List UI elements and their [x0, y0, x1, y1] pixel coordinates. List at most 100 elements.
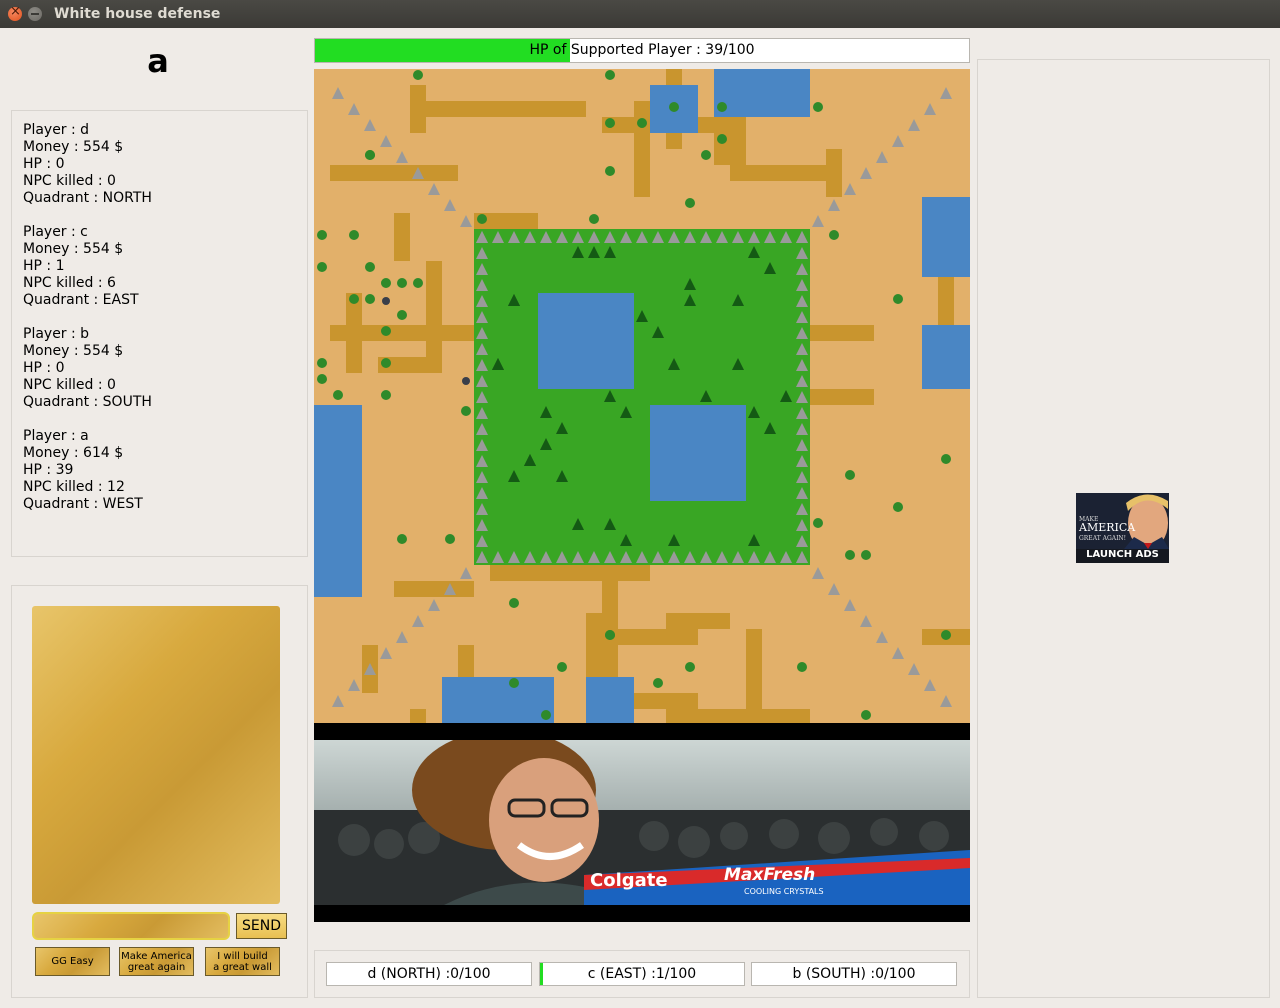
- window-title: White house defense: [54, 6, 221, 22]
- npc-icon: [462, 377, 470, 385]
- palm-tree-icon: [589, 214, 599, 224]
- palm-tree-icon: [557, 662, 567, 672]
- palm-tree-icon: [669, 102, 679, 112]
- quick-message-line: great again: [127, 961, 186, 973]
- quadrant-label: Quadrant : SOUTH: [23, 394, 152, 410]
- palm-tree-icon: [365, 262, 375, 272]
- money-label: Money : 554 $: [23, 139, 124, 155]
- launch-ads-text: GREAT AGAIN!: [1079, 535, 1127, 542]
- path-tile: [634, 101, 650, 197]
- minimize-icon[interactable]: [28, 7, 42, 21]
- video-advertisement: Colgate MaxFresh COOLING CRYSTALS: [314, 723, 970, 922]
- send-button[interactable]: SEND: [236, 913, 287, 939]
- quadrant-progress-north: d (NORTH) :0/100: [326, 962, 532, 986]
- palm-tree-icon: [941, 454, 951, 464]
- video-tagline-text: COOLING CRYSTALS: [744, 887, 824, 896]
- palm-tree-icon: [653, 678, 663, 688]
- path-tile: [410, 709, 426, 723]
- window-titlebar: White house defense: [0, 0, 1280, 28]
- palm-tree-icon: [701, 150, 711, 160]
- launch-ads-button[interactable]: MAKE AMERICA GREAT AGAIN! LAUNCH ADS: [1076, 493, 1169, 563]
- water-tile: [922, 325, 970, 389]
- path-tile: [746, 629, 762, 723]
- palm-tree-icon: [317, 262, 327, 272]
- palm-tree-icon: [605, 630, 615, 640]
- palm-tree-icon: [349, 294, 359, 304]
- progress-label: c (EAST) :1/100: [587, 966, 697, 982]
- hp-label: HP : 0: [23, 360, 65, 376]
- supported-player-hp-bar: HP of Supported Player : 39/100: [314, 38, 970, 63]
- palm-tree-icon: [381, 390, 391, 400]
- progress-label: b (SOUTH) :0/100: [792, 966, 916, 982]
- hp-label: HP : 0: [23, 156, 65, 172]
- palm-tree-icon: [381, 278, 391, 288]
- path-tile: [330, 165, 458, 181]
- path-tile: [666, 613, 730, 629]
- path-tile: [426, 101, 586, 117]
- palm-tree-icon: [605, 70, 615, 80]
- palm-tree-icon: [541, 710, 551, 720]
- quick-message-line: Make America: [121, 950, 192, 962]
- money-label: Money : 614 $: [23, 445, 124, 461]
- player-stats-c: Player : c Money : 554 $ HP : 1 NPC kill…: [23, 224, 139, 309]
- palm-tree-icon: [381, 326, 391, 336]
- palm-tree-icon: [861, 550, 871, 560]
- palm-tree-icon: [605, 166, 615, 176]
- quadrant-label: Quadrant : EAST: [23, 292, 139, 308]
- close-icon[interactable]: [8, 4, 22, 21]
- path-tile: [426, 261, 442, 373]
- water-tile: [314, 405, 362, 597]
- water-tile: [714, 69, 810, 117]
- water-tile: [650, 405, 746, 501]
- palm-tree-icon: [349, 230, 359, 240]
- quick-message-make-america-button[interactable]: Make America great again: [119, 947, 194, 976]
- palm-tree-icon: [365, 150, 375, 160]
- npc-killed-label: NPC killed : 0: [23, 377, 116, 393]
- palm-tree-icon: [893, 294, 903, 304]
- path-tile: [394, 213, 410, 261]
- player-stats-d: Player : d Money : 554 $ HP : 0 NPC kill…: [23, 122, 152, 207]
- path-tile: [394, 581, 474, 597]
- palm-tree-icon: [717, 102, 727, 112]
- quadrant-label: Quadrant : NORTH: [23, 190, 152, 206]
- grass-area: [474, 229, 810, 565]
- palm-tree-icon: [317, 358, 327, 368]
- path-tile: [490, 565, 650, 581]
- player-label: Player : b: [23, 326, 90, 342]
- palm-tree-icon: [317, 374, 327, 384]
- palm-tree-icon: [861, 710, 871, 720]
- path-tile: [730, 117, 746, 181]
- current-player-name: a: [147, 42, 169, 80]
- quick-message-gg-easy-button[interactable]: GG Easy: [35, 947, 110, 976]
- video-product-text: MaxFresh: [724, 865, 815, 885]
- video-artwork: Colgate MaxFresh COOLING CRYSTALS: [314, 730, 970, 905]
- palm-tree-icon: [413, 278, 423, 288]
- palm-tree-icon: [477, 214, 487, 224]
- palm-tree-icon: [893, 502, 903, 512]
- palm-tree-icon: [445, 534, 455, 544]
- npc-icon: [382, 297, 390, 305]
- video-frame: Colgate MaxFresh COOLING CRYSTALS: [314, 730, 970, 905]
- palm-tree-icon: [509, 598, 519, 608]
- launch-ads-text: AMERICA: [1079, 521, 1136, 534]
- palm-tree-icon: [413, 70, 423, 80]
- palm-tree-icon: [397, 534, 407, 544]
- palm-tree-icon: [685, 198, 695, 208]
- quadrant-progress-south: b (SOUTH) :0/100: [751, 962, 957, 986]
- money-label: Money : 554 $: [23, 241, 124, 257]
- palm-tree-icon: [381, 358, 391, 368]
- palm-tree-icon: [845, 550, 855, 560]
- chat-input[interactable]: [32, 912, 230, 940]
- palm-tree-icon: [605, 118, 615, 128]
- quick-message-line: I will build: [217, 950, 268, 962]
- palm-tree-icon: [845, 470, 855, 480]
- palm-tree-icon: [509, 678, 519, 688]
- quick-message-line: a great wall: [213, 961, 272, 973]
- water-tile: [586, 677, 634, 723]
- quick-message-great-wall-button[interactable]: I will build a great wall: [205, 947, 280, 976]
- hp-label: HP : 1: [23, 258, 65, 274]
- game-map[interactable]: [314, 69, 970, 723]
- palm-tree-icon: [397, 310, 407, 320]
- video-brand-text: Colgate: [590, 870, 668, 891]
- npc-killed-label: NPC killed : 12: [23, 479, 125, 495]
